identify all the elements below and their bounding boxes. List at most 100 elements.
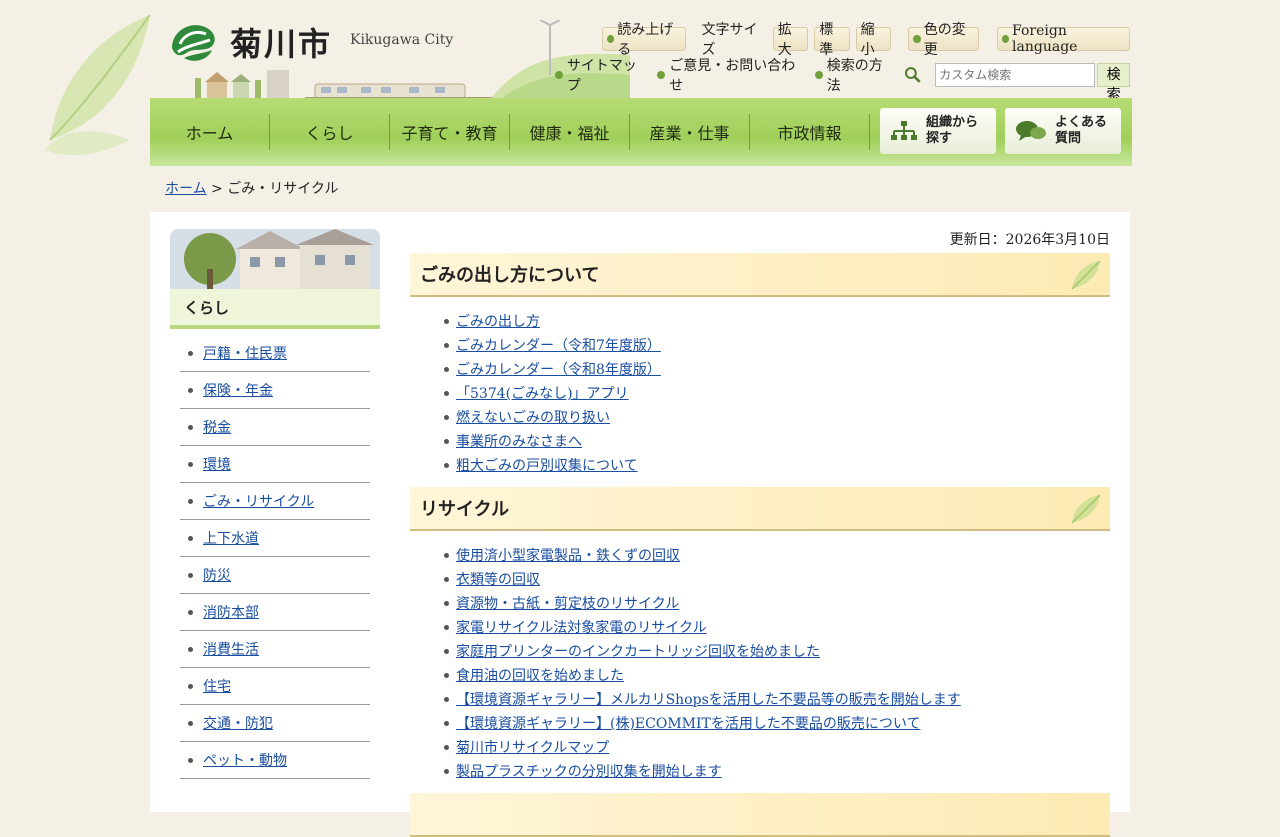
sidebar-item-link[interactable]: 消費生活 [203,639,259,659]
foreign-language-button[interactable]: Foreign language [996,23,1130,55]
bullet-icon [444,744,449,750]
content-link[interactable]: 家電リサイクル法対象家電のリサイクル [456,617,707,637]
header-links: サイトマップ ご意見・お問い合わせ 検索の方法 検索 [555,55,1130,103]
content-link[interactable]: 燃えないごみの取り扱い [456,407,610,427]
bullet-icon [444,720,449,726]
leaf-icon [1071,494,1101,524]
content-link[interactable]: 菊川市リサイクルマップ [456,737,609,757]
bullet-icon [444,438,449,444]
chrysanthemum-logo-icon [172,25,215,61]
sidebar-list: 戸籍・住民票 保険・年金 税金 環境 ごみ・リサイクル 上下水道 防災 消防本部… [180,335,370,779]
breadcrumb-current: ごみ・リサイクル [227,181,339,197]
content-link[interactable]: 「5374(ごみなし)」アプリ [456,383,629,403]
bullet-icon [188,535,193,541]
bullet-icon [188,683,193,689]
gnav-item-childcare-education[interactable]: 子育て・教育 [390,114,510,150]
sitemap-label: サイトマップ [566,58,637,94]
list-item: 燃えないごみの取り扱い [444,405,1110,429]
sitemap-link[interactable]: サイトマップ [555,55,649,95]
sidebar-item-link[interactable]: ごみ・リサイクル [203,491,314,511]
list-item: 食用油の回収を始めました [444,663,1110,687]
list-item: 【環境資源ギャラリー】メルカリShopsを活用した不要品等の販売を開始します [444,687,1110,711]
sidebar-item-link[interactable]: 消防本部 [203,602,259,622]
sidebar-item: 消防本部 [180,594,370,631]
bullet-icon [444,462,449,468]
list-item: 【環境資源ギャラリー】(株)ECOMMITを活用した不要品の販売について [444,711,1110,735]
content-link[interactable]: 【環境資源ギャラリー】メルカリShopsを活用した不要品等の販売を開始します [456,689,961,709]
sidebar-item-link[interactable]: 環境 [203,454,231,474]
read-aloud-label: 読み上げる [617,22,674,58]
global-nav: ホーム くらし 子育て・教育 健康・福祉 産業・仕事 市政情報 組織から 探す よ… [150,98,1132,166]
list-item: 家庭用プリンターのインクカートリッジ回収を始めました [444,639,1110,663]
color-change-label: 色の変更 [923,22,966,58]
org-search-line2: 探す [926,131,953,146]
gnav-item-home[interactable]: ホーム [150,114,270,150]
gnav-item-living[interactable]: くらし [270,114,390,150]
sidebar-item-link[interactable]: 上下水道 [203,528,259,548]
feedback-link[interactable]: ご意見・お問い合わせ [657,55,807,95]
content-link[interactable]: 衣類等の回収 [456,569,540,589]
text-size-normal-button[interactable]: 標準 [814,22,850,58]
bullet-icon [657,71,666,79]
content-link[interactable]: 事業所のみなさまへ [456,431,582,451]
site-header: 菊川市 Kikugawa City 読み上げる 文字サイズ 拡大 標準 縮小 色… [150,0,1130,103]
bullet-icon [444,366,449,372]
main-content: 更新日：2026年3月10日 ごみの出し方について ごみの出し方 ごみカレンダー… [410,229,1110,837]
search-input[interactable] [935,63,1096,87]
gnav-item-industry-work[interactable]: 産業・仕事 [630,114,750,150]
bullet-icon [188,350,193,356]
sidebar-item-link[interactable]: 防災 [203,565,231,585]
text-size-large-button[interactable]: 拡大 [772,22,809,58]
section-link-list: 使用済小型家電製品・鉄くずの回収 衣類等の回収 資源物・古紙・剪定枝のリサイクル… [444,543,1110,783]
org-search-button[interactable]: 組織から 探す [880,108,996,154]
list-item: 菊川市リサイクルマップ [444,735,1110,759]
bullet-icon [188,461,193,467]
bullet-icon [1001,35,1010,43]
content-link[interactable]: ごみの出し方 [456,311,540,331]
sidebar-item-link[interactable]: 交通・防犯 [203,713,273,733]
breadcrumb-home-link[interactable]: ホーム [165,181,207,197]
sidebar-item: 税金 [180,409,370,446]
section-heading: ごみの出し方について [410,253,1110,297]
sidebar-heading: くらし [170,289,380,329]
bullet-icon [607,35,615,43]
faq-button[interactable]: よくある 質問 [1005,108,1121,154]
sidebar: くらし 戸籍・住民票 保険・年金 税金 環境 ごみ・リサイクル 上下水道 防災 … [170,229,380,779]
faq-label: よくある 質問 [1055,115,1107,147]
search-button[interactable]: 検索 [1097,63,1130,103]
content-link[interactable]: 使用済小型家電製品・鉄くずの回収 [456,545,680,565]
content-link[interactable]: 製品プラスチックの分別収集を開始します [456,761,722,781]
content-link[interactable]: 食用油の回収を始めました [456,665,624,685]
sidebar-item: ペット・動物 [180,742,370,779]
bullet-icon [555,71,563,79]
content-link[interactable]: 家庭用プリンターのインクカートリッジ回収を始めました [456,641,820,661]
speech-bubbles-icon [1016,121,1046,141]
content-link[interactable]: 粗大ごみの戸別収集について [456,455,638,475]
sidebar-item-link[interactable]: 住宅 [203,676,231,696]
content-link[interactable]: 資源物・古紙・剪定枝のリサイクル [456,593,679,613]
sidebar-item-link[interactable]: 保険・年金 [203,380,273,400]
content-link[interactable]: ごみカレンダー（令和8年度版） [456,359,661,379]
color-change-button[interactable]: 色の変更 [908,22,980,58]
content-link[interactable]: 【環境資源ギャラリー】(株)ECOMMITを活用した不要品の販売について [456,713,920,733]
bullet-icon [444,552,449,558]
section-title: リサイクル [420,499,510,520]
section-heading: リサイクル [410,487,1110,531]
read-aloud-button[interactable]: 読み上げる [602,22,686,58]
search-method-link[interactable]: 検索の方法 [814,55,896,95]
site-subtitle: Kikugawa City [350,32,454,48]
text-size-small-button[interactable]: 縮小 [855,22,892,58]
text-size-label: 文字サイズ [701,22,758,58]
site-logo[interactable]: 菊川市 [168,18,332,66]
bullet-icon [913,35,921,43]
gnav-item-city-admin[interactable]: 市政情報 [750,114,870,150]
bullet-icon [188,720,193,726]
sidebar-item-link[interactable]: 戸籍・住民票 [203,343,287,363]
sidebar-item-link[interactable]: 税金 [203,417,231,437]
sidebar-item-link[interactable]: ペット・動物 [203,750,287,770]
content-link[interactable]: ごみカレンダー（令和7年度版） [456,335,661,355]
bullet-icon [444,342,449,348]
org-search-line1: 組織から [926,115,979,130]
list-item: ごみカレンダー（令和8年度版） [444,357,1110,381]
gnav-item-health-welfare[interactable]: 健康・福祉 [510,114,630,150]
